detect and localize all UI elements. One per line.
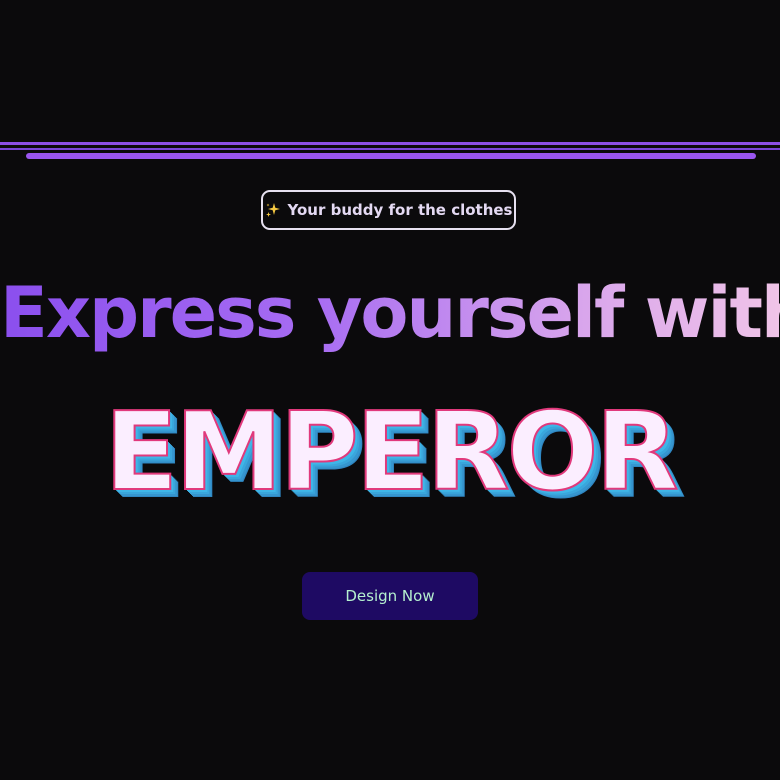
- tagline-text: Your buddy for the clothes: [287, 201, 513, 219]
- design-now-button[interactable]: Design Now: [302, 572, 478, 620]
- top-divider-line: [0, 142, 780, 145]
- hero-headline: Express yourself with: [0, 268, 780, 358]
- sparkles-icon: [265, 202, 281, 218]
- top-accent-bar: [26, 153, 756, 159]
- tagline-badge: Your buddy for the clothes: [261, 190, 516, 230]
- brand-title: EMPEROR: [103, 389, 679, 516]
- design-now-button-label: Design Now: [345, 587, 435, 605]
- top-divider-line-secondary: [0, 148, 780, 150]
